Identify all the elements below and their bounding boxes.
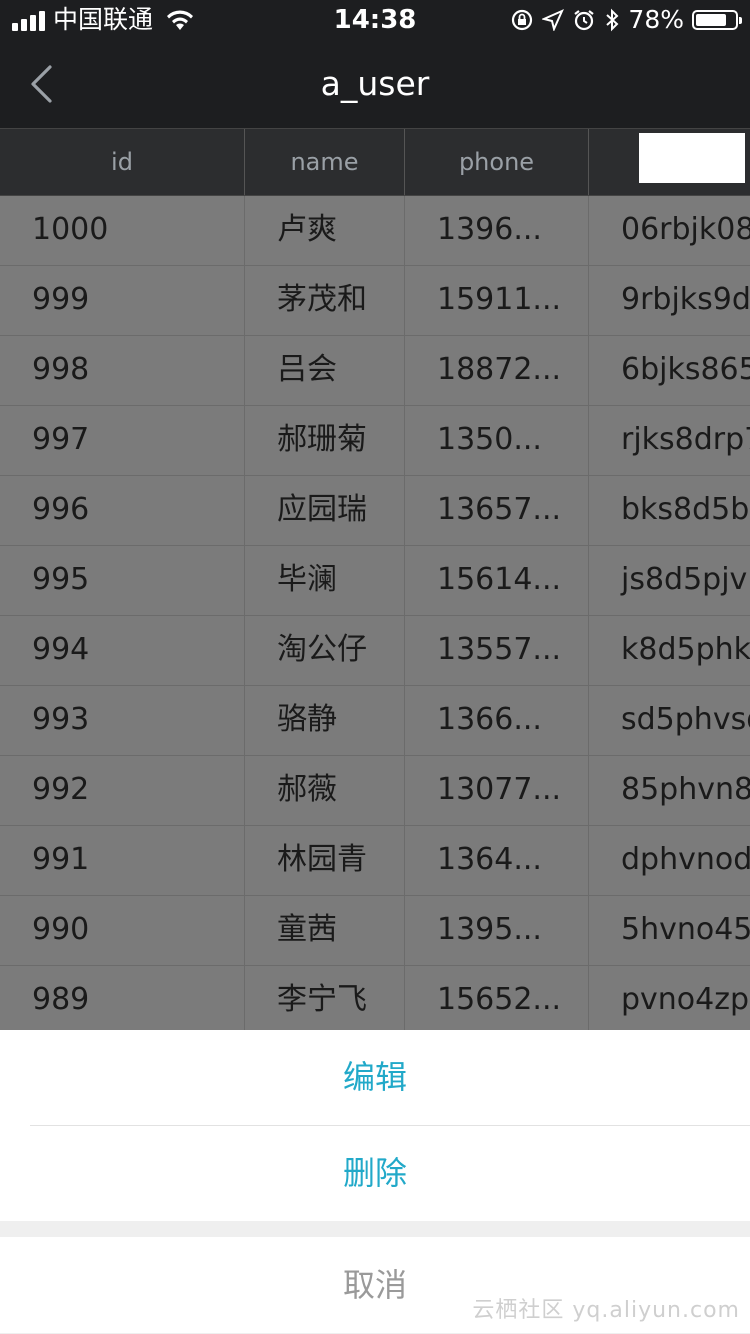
table-row[interactable]: 997 郝珊菊 1350... rjks8drp7	[0, 406, 750, 476]
cell-password: pvno4zp	[621, 982, 750, 1017]
table-row[interactable]: 993骆静1366... sd5phvsd	[0, 686, 750, 756]
cell-id: 999	[0, 266, 245, 335]
cell-id: 990	[0, 896, 245, 965]
cell-password: 5hvno45	[621, 912, 750, 947]
column-header-phone[interactable]: phone	[405, 129, 589, 195]
page-title: a_user	[320, 64, 430, 103]
table-row[interactable]: 998 吕会 18872... 6bjks865	[0, 336, 750, 406]
cell-id: 995	[0, 546, 245, 615]
column-header-name[interactable]: name	[245, 129, 405, 195]
cell-password: 9rbjks9d	[621, 282, 750, 317]
action-sheet-group: 编辑 删除	[0, 1030, 750, 1221]
table-row[interactable]: 1000 卢爽 1396... 06rbjk08	[0, 196, 750, 266]
cell-name: 郝珊菊	[245, 406, 405, 475]
column-header-id[interactable]: id	[0, 129, 245, 195]
cell-name: 卢爽	[245, 196, 405, 265]
table-row[interactable]: 992 郝薇 13077... 85phvn8	[0, 756, 750, 826]
cell-phone: 1350...	[405, 406, 589, 475]
cell-password: 85phvn8	[621, 772, 750, 807]
battery-fill	[696, 14, 726, 26]
cell-phone: 15911...	[405, 266, 589, 335]
cell-id: 992	[0, 756, 245, 825]
cell-id: 998	[0, 336, 245, 405]
cell-phone: 18872...	[405, 336, 589, 405]
cell-name: 骆静	[245, 686, 405, 755]
cell-phone: 15614...	[405, 546, 589, 615]
cell-phone: 1396...	[405, 196, 589, 265]
sheet-gap	[0, 1221, 750, 1237]
cell-password: bks8d5b	[621, 492, 750, 527]
cell-phone: 1364...	[405, 826, 589, 895]
cell-id: 993	[0, 686, 245, 755]
cell-id: 991	[0, 826, 245, 895]
orientation-lock-icon	[512, 9, 533, 31]
cell-phone: 15652...	[405, 966, 589, 1035]
cell-phone: 1395...	[405, 896, 589, 965]
table-row[interactable]: 999 茅茂和 15911... 9rbjks9d	[0, 266, 750, 336]
cell-name: 应园瑞	[245, 476, 405, 545]
cell-password: dphvnod	[621, 842, 750, 877]
table-header: id name phone p	[0, 128, 750, 196]
table-row[interactable]: 989 李宁飞 15652... pvno4zp	[0, 966, 750, 1036]
cell-name: 林园青	[245, 826, 405, 895]
data-table: id name phone p 1000卢爽1396... 06rbjk08 999…	[0, 128, 750, 1036]
cell-name: 李宁飞	[245, 966, 405, 1035]
alarm-icon	[574, 10, 595, 31]
table-row[interactable]: 991 林园青 1364... dphvnod	[0, 826, 750, 896]
cell-name: 郝薇	[245, 756, 405, 825]
location-icon	[542, 9, 565, 31]
table-row[interactable]: 995 毕澜 15614... js8d5pjv	[0, 546, 750, 616]
status-bar: 中国联通 14:38 78%	[0, 0, 750, 40]
cell-password: k8d5phk	[621, 632, 750, 667]
table-body: 1000 卢爽 1396... 06rbjk08 999 茅茂和 15911... 9rbjk…	[0, 196, 750, 1036]
cell-password: 6bjks865	[621, 352, 750, 387]
table-row[interactable]: 990 童茜 1395... 5hvno45	[0, 896, 750, 966]
cell-name: 茅茂和	[245, 266, 405, 335]
status-right: 78%	[510, 5, 742, 34]
cell-password: sd5phvsd	[621, 702, 750, 737]
redaction-box	[639, 133, 745, 183]
cell-phone: 13557...	[405, 616, 589, 685]
cell-id: 1000	[0, 196, 245, 265]
table-row[interactable]: 994 淘公仔 13557... k8d5phk	[0, 616, 750, 686]
cell-id: 996	[0, 476, 245, 545]
table-row[interactable]: 996 应园瑞 13657... bks8d5b	[0, 476, 750, 546]
cell-id: 989	[0, 966, 245, 1035]
cell-password: 06rbjk08	[621, 212, 750, 247]
cell-name: 毕澜	[245, 546, 405, 615]
bluetooth-icon	[606, 8, 619, 32]
watermark: 云栖社区 yq.aliyun.com	[472, 1298, 740, 1323]
battery-percent: 78%	[628, 5, 684, 34]
cell-name: 童茜	[245, 896, 405, 965]
cell-password: rjks8drp7	[621, 422, 750, 457]
action-sheet: 编辑 删除 取消 云栖社区 yq.aliyun.com	[0, 1030, 750, 1334]
column-header-password[interactable]: p	[589, 129, 750, 195]
delete-button[interactable]: 删除	[0, 1126, 750, 1221]
nav-bar: a_user	[0, 40, 750, 128]
cell-password: js8d5pjv	[621, 562, 748, 597]
cell-id: 997	[0, 406, 245, 475]
cell-name: 淘公仔	[245, 616, 405, 685]
edit-button[interactable]: 编辑	[0, 1030, 750, 1125]
cell-phone: 13077...	[405, 756, 589, 825]
battery-icon	[692, 10, 742, 30]
cell-phone: 1366...	[405, 686, 589, 755]
cell-phone: 13657...	[405, 476, 589, 545]
cell-name: 吕会	[245, 336, 405, 405]
cell-id: 994	[0, 616, 245, 685]
